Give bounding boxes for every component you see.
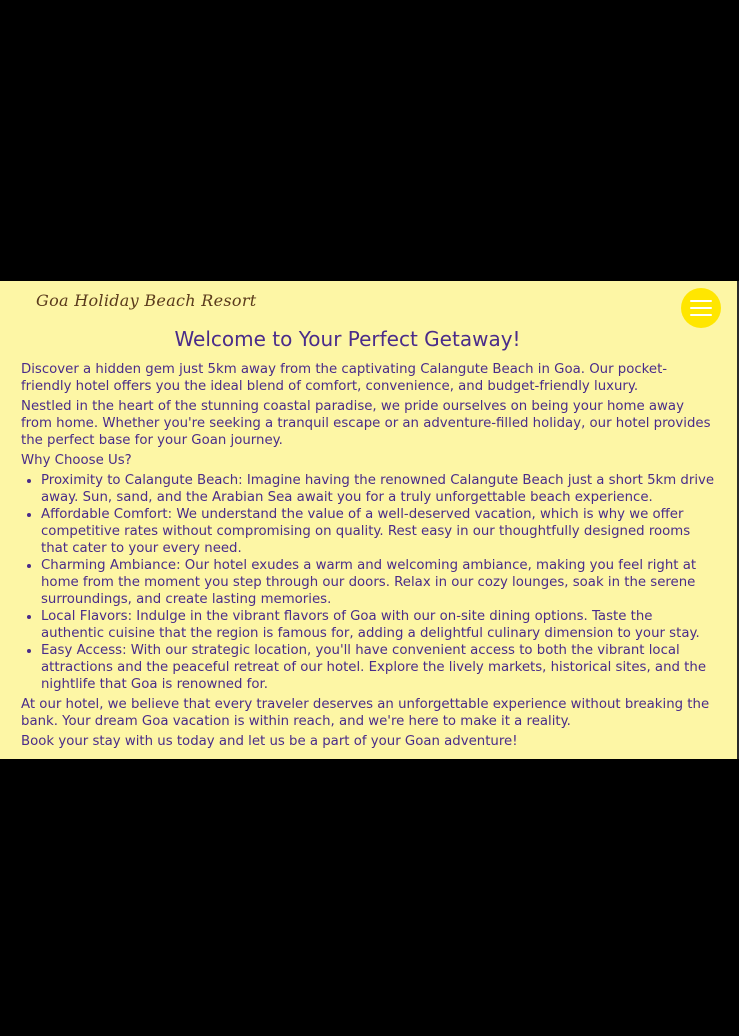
content-panel: Goa Holiday Beach Resort Welcome to Your…	[0, 281, 739, 759]
menu-icon-bar	[690, 307, 712, 309]
page: Goa Holiday Beach Resort Welcome to Your…	[0, 0, 739, 1036]
feature-item: Affordable Comfort: We understand the va…	[41, 506, 716, 557]
closing-paragraph: Book your stay with us today and let us …	[21, 734, 518, 749]
why-choose-heading: Why Choose Us?	[21, 453, 132, 468]
site-logo[interactable]: Goa Holiday Beach Resort	[36, 291, 257, 310]
closing-paragraph: At our hotel, we believe that every trav…	[21, 697, 710, 729]
menu-icon-bar	[690, 314, 712, 316]
feature-item: Proximity to Calangute Beach: Imagine ha…	[41, 472, 716, 506]
hamburger-menu-button[interactable]	[681, 288, 721, 328]
intro-paragraph: Discover a hidden gem just 5km away from…	[21, 362, 668, 394]
intro-paragraph: Nestled in the heart of the stunning coa…	[21, 399, 711, 448]
feature-item: Charming Ambiance: Our hotel exudes a wa…	[41, 557, 716, 608]
feature-item: Easy Access: With our strategic location…	[41, 642, 716, 693]
feature-list: Proximity to Calangute Beach: Imagine ha…	[21, 472, 716, 693]
feature-item: Local Flavors: Indulge in the vibrant fl…	[41, 608, 716, 642]
main-content: Discover a hidden gem just 5km away from…	[21, 361, 716, 753]
menu-icon-bar	[690, 300, 712, 302]
page-title: Welcome to Your Perfect Getaway!	[174, 327, 521, 351]
